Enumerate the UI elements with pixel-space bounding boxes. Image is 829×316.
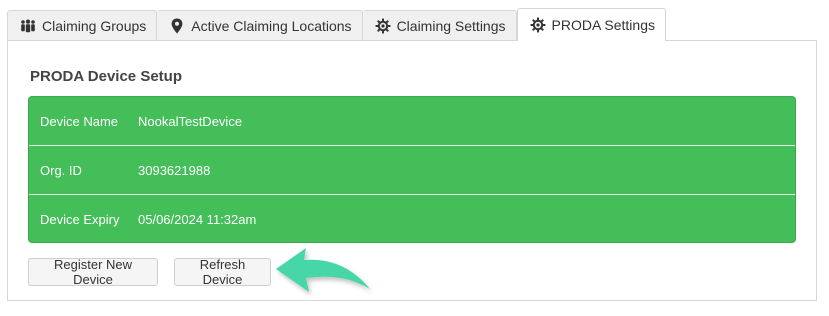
- org-id-value: 3093621988: [138, 162, 211, 178]
- org-id-label: Org. ID: [40, 162, 82, 178]
- gear-icon: [375, 18, 391, 34]
- device-info-table: Device Name NookalTestDevice Org. ID 309…: [28, 96, 796, 243]
- refresh-device-button[interactable]: Refresh Device: [174, 257, 271, 287]
- device-name-label: Device Name: [40, 113, 119, 129]
- proda-settings-panel: PRODA Device Setup Device Name NookalTes…: [7, 40, 817, 301]
- device-expiry-value: 05/06/2024 11:32am: [138, 212, 257, 227]
- device-name-value: NookalTestDevice: [138, 113, 243, 129]
- people-group-icon: [20, 18, 36, 34]
- device-expiry-row: Device Expiry 05/06/2024 11:32am: [29, 195, 795, 242]
- map-pin-icon: [169, 18, 185, 34]
- org-id-row: Org. ID 3093621988: [29, 146, 795, 195]
- tab-claiming-groups[interactable]: Claiming Groups: [7, 10, 158, 41]
- tab-claiming-settings[interactable]: Claiming Settings: [362, 10, 517, 41]
- tab-label: Active Claiming Locations: [191, 18, 352, 34]
- tab-proda-settings[interactable]: PRODA Settings: [516, 8, 666, 41]
- tab-label: Claiming Groups: [42, 18, 147, 34]
- register-new-device-button[interactable]: Register New Device: [28, 257, 158, 287]
- pointer-arrow-icon: [272, 245, 382, 306]
- device-name-row: Device Name NookalTestDevice: [29, 97, 795, 146]
- tab-label: PRODA Settings: [551, 17, 656, 33]
- section-title: PRODA Device Setup: [30, 68, 182, 85]
- tab-active-claiming-locations[interactable]: Active Claiming Locations: [157, 10, 363, 41]
- tab-label: Claiming Settings: [396, 18, 506, 34]
- settings-tabs: Claiming Groups Active Claiming Location…: [7, 8, 666, 41]
- gear-icon: [530, 17, 546, 33]
- device-expiry-label: Device Expiry: [40, 212, 120, 227]
